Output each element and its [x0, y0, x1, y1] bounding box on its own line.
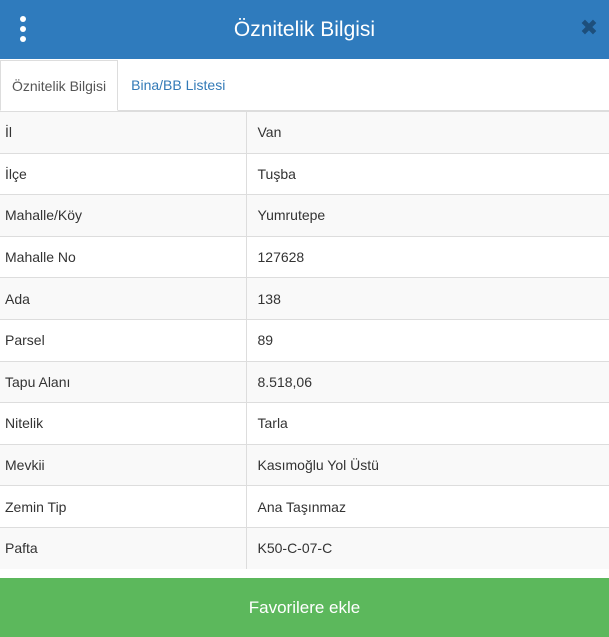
attribute-key: Pafta: [0, 526, 247, 570]
table-row: Ada 138: [0, 277, 609, 320]
close-icon[interactable]: ✖: [579, 16, 599, 40]
attribute-value: Tarla: [246, 402, 609, 445]
table-row: Mahalle/Köy Yumrutepe: [0, 194, 609, 237]
attribute-value: 138: [246, 277, 609, 320]
vertical-ellipsis-icon[interactable]: [12, 13, 34, 45]
table-row: İl Van: [0, 111, 609, 154]
attribute-key: İl: [0, 111, 247, 154]
add-to-favorites-button[interactable]: Favorilere ekle: [0, 578, 609, 637]
attribute-table: İl Van İlçe Tuşba Mahalle/Köy Yumrutepe …: [0, 111, 609, 570]
attribute-key: Mahalle No: [0, 235, 247, 278]
attribute-key: İlçe: [0, 152, 247, 195]
attribute-value: K50-C-07-C: [246, 526, 609, 570]
table-row: Pafta K50-C-07-C: [0, 526, 609, 570]
tab-building-list[interactable]: Bina/BB Listesi: [118, 60, 236, 110]
attribute-key: Mahalle/Köy: [0, 194, 247, 237]
attribute-key: Tapu Alanı: [0, 360, 247, 403]
attribute-key: Zemin Tip: [0, 485, 247, 528]
table-row: Zemin Tip Ana Taşınmaz: [0, 485, 609, 528]
table-row: Tapu Alanı 8.518,06: [0, 360, 609, 403]
attribute-key: Parsel: [0, 318, 247, 362]
table-row: Nitelik Tarla: [0, 402, 609, 445]
attribute-value: Yumrutepe: [246, 194, 609, 237]
table-row: Mevkii Kasımoğlu Yol Üstü: [0, 443, 609, 486]
tab-bar: Öznitelik Bilgisi Bina/BB Listesi: [0, 59, 609, 111]
table-row: Parsel 89: [0, 318, 609, 362]
menu-dot: [20, 36, 26, 42]
tab-attribute-info[interactable]: Öznitelik Bilgisi: [0, 60, 119, 111]
attribute-value: Van: [246, 111, 609, 154]
attribute-key: Mevkii: [0, 443, 247, 486]
attribute-value: 127628: [246, 235, 609, 278]
menu-dot: [20, 16, 26, 22]
header-bar: Öznitelik Bilgisi ✖: [0, 0, 609, 59]
menu-dot: [20, 26, 26, 32]
attribute-value: Tuşba: [246, 152, 609, 195]
attribute-key: Ada: [0, 277, 247, 320]
attribute-value: Ana Taşınmaz: [246, 485, 609, 528]
attribute-value: 8.518,06: [246, 360, 609, 403]
attribute-key: Nitelik: [0, 402, 247, 445]
attribute-value: 89: [246, 318, 609, 362]
page-title: Öznitelik Bilgisi: [233, 17, 376, 41]
attribute-value: Kasımoğlu Yol Üstü: [246, 443, 609, 486]
table-row: İlçe Tuşba: [0, 152, 609, 195]
table-row: Mahalle No 127628: [0, 235, 609, 278]
